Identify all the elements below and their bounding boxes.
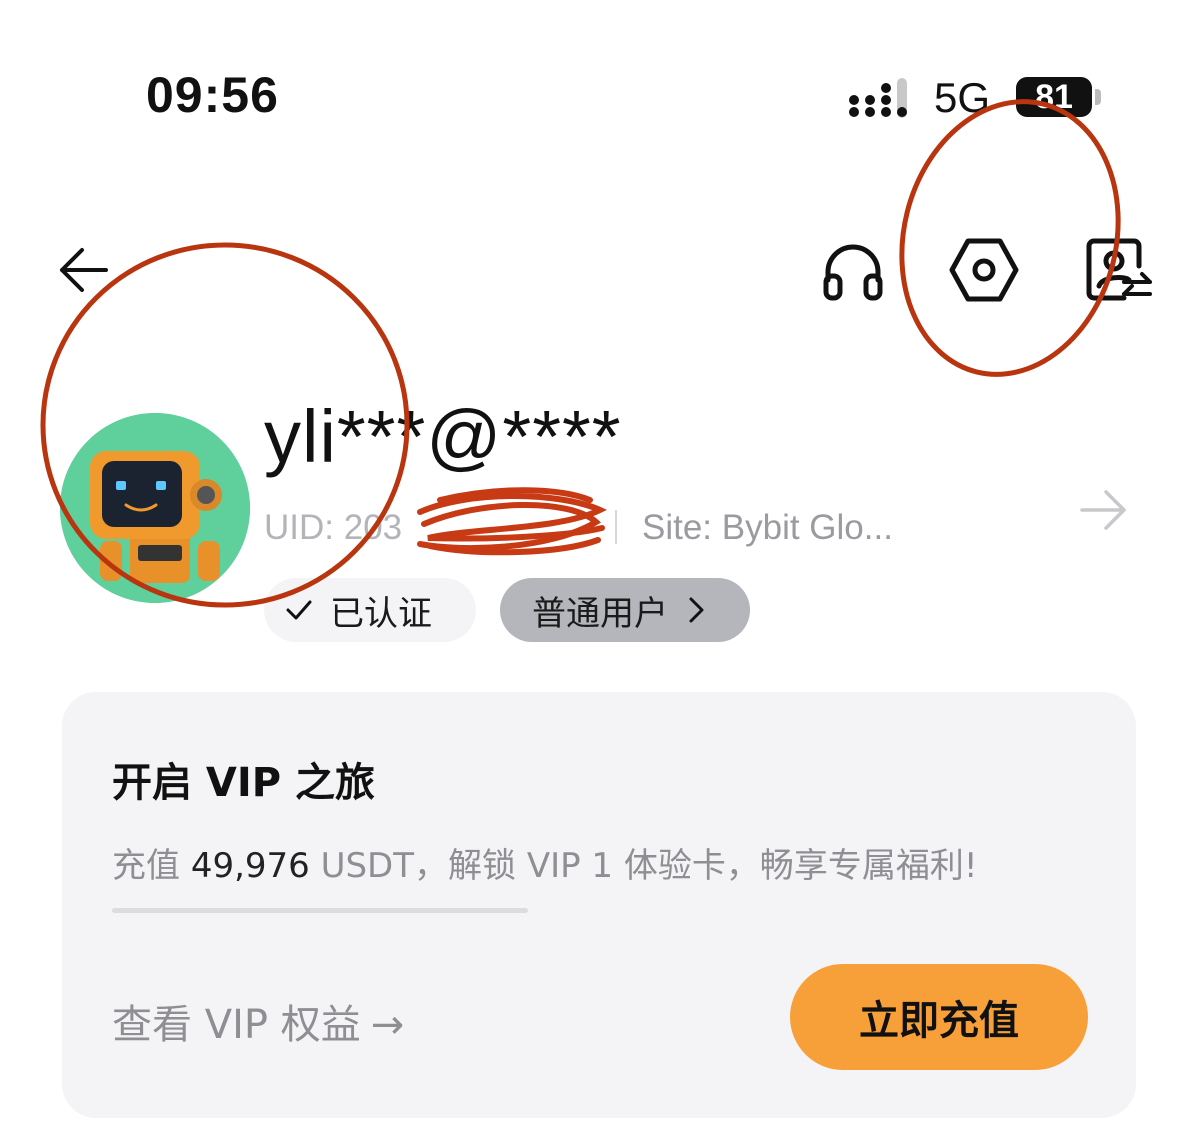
view-vip-benefits-link[interactable]: 查看 VIP 权益 → — [112, 992, 404, 1050]
robot-avatar-icon — [60, 413, 250, 603]
check-icon — [286, 600, 312, 620]
vip-link-label: 查看 VIP 权益 — [112, 1002, 361, 1048]
back-arrow-icon[interactable] — [56, 245, 112, 295]
screen: 09:56 5G 81 yli***@**** UID: 203 Site: B… — [0, 0, 1200, 1139]
chevron-right-icon — [689, 597, 704, 623]
site-text: Site: Bybit Glo... — [642, 508, 893, 547]
arrow-right-icon: → — [370, 1002, 405, 1048]
redaction-scribble — [417, 487, 608, 556]
deposit-now-button[interactable]: 立即充值 — [790, 964, 1088, 1070]
verified-badge: 已认证 — [264, 578, 476, 642]
divider — [615, 510, 617, 544]
user-level-label: 普通用户 — [532, 593, 668, 634]
verified-label: 已认证 — [330, 593, 432, 634]
username: yli***@**** — [264, 395, 622, 478]
vip-card: 开启 VIP 之旅 充值 49,976 USDT，解锁 VIP 1 体验卡，畅享… — [62, 692, 1136, 1118]
vip-desc-amount: 49,976 — [190, 846, 310, 886]
battery-indicator: 81 — [1016, 77, 1092, 117]
status-time: 09:56 — [146, 67, 279, 123]
headset-icon[interactable] — [820, 240, 886, 302]
vip-desc-prefix: 充值 — [112, 846, 191, 886]
vip-description: 充值 49,976 USDT，解锁 VIP 1 体验卡，畅享专属福利! — [112, 838, 977, 887]
uid-text: UID: 203 — [264, 508, 403, 547]
avatar[interactable] — [60, 413, 250, 603]
battery-level: 81 — [1035, 77, 1073, 116]
switch-account-icon[interactable] — [1084, 236, 1156, 304]
battery-tip — [1095, 89, 1101, 105]
settings-icon[interactable] — [948, 236, 1020, 304]
vip-progress-bar — [112, 908, 528, 913]
network-type: 5G — [934, 74, 991, 121]
vip-desc-suffix: USDT，解锁 VIP 1 体验卡，畅享专属福利! — [309, 846, 978, 886]
profile-arrow-icon[interactable] — [1078, 486, 1130, 534]
signal-icon — [849, 78, 907, 118]
vip-title: 开启 VIP 之旅 — [112, 760, 376, 806]
user-level-badge[interactable]: 普通用户 — [500, 578, 750, 642]
